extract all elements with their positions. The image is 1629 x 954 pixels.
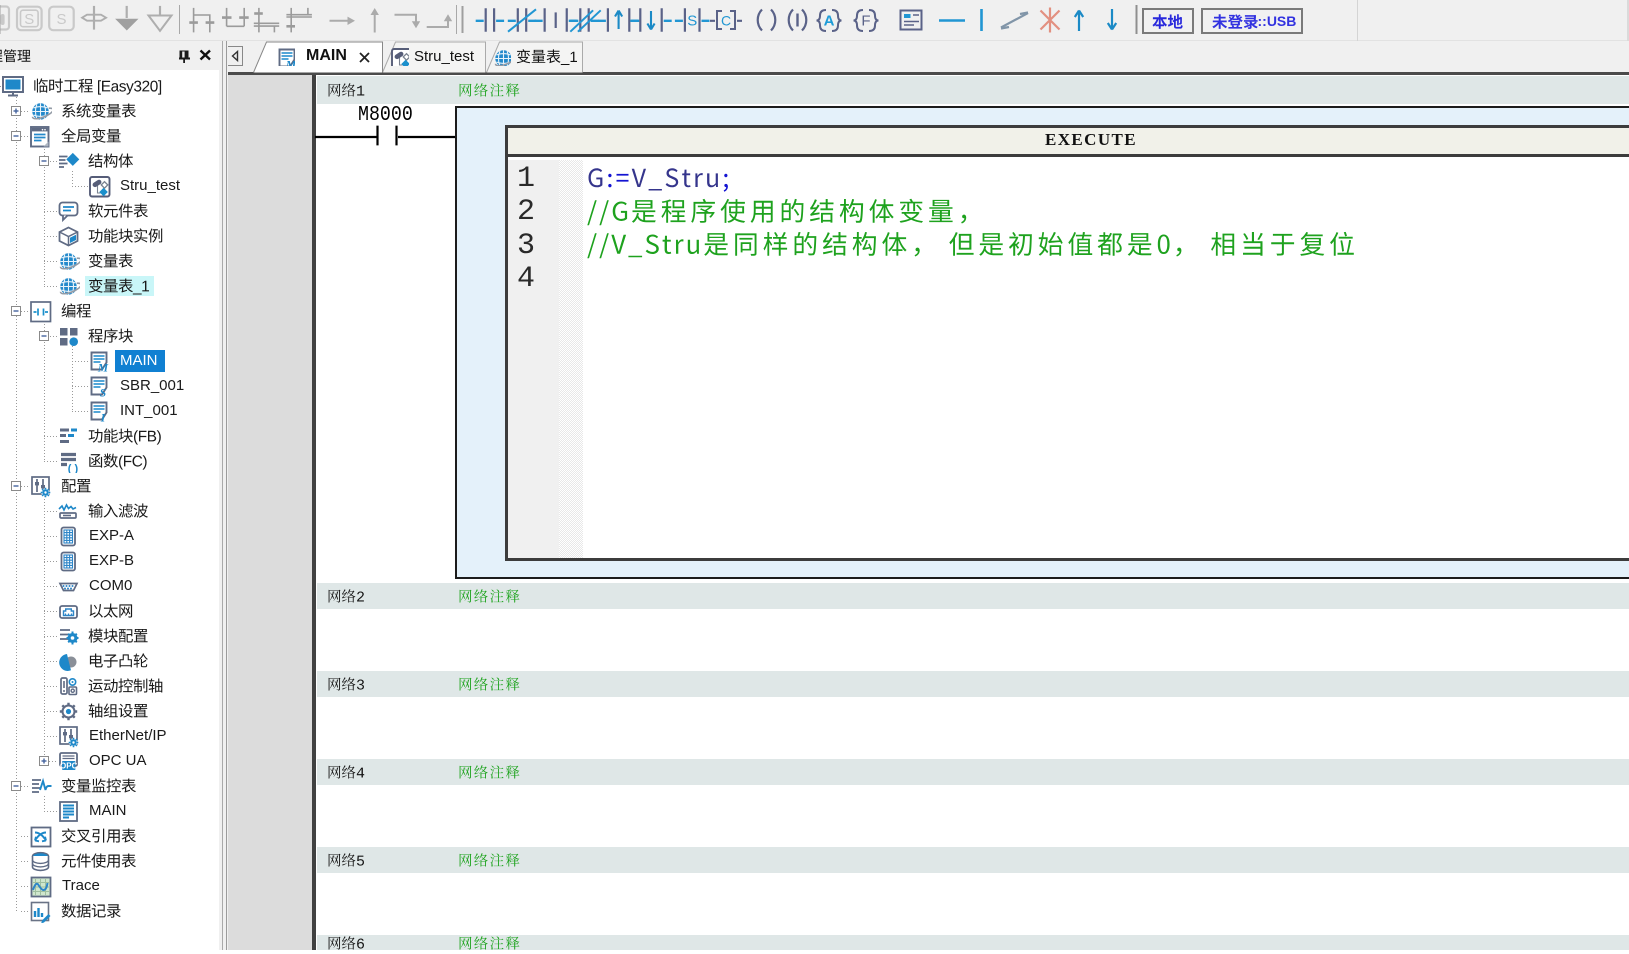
svg-text:( ): ( ) (68, 463, 79, 473)
svg-text:A: A (824, 13, 835, 30)
svg-text:S: S (56, 11, 66, 28)
svg-text:S: S (100, 388, 106, 399)
svg-text:C: C (721, 13, 731, 29)
svg-text:S: S (24, 11, 34, 28)
svg-text:M: M (97, 363, 109, 374)
svg-text:OPC: OPC (60, 761, 78, 770)
svg-text:I: I (100, 413, 106, 424)
svg-text:M: M (285, 60, 295, 67)
svg-text:S: S (687, 13, 697, 30)
svg-text:F: F (861, 13, 870, 30)
